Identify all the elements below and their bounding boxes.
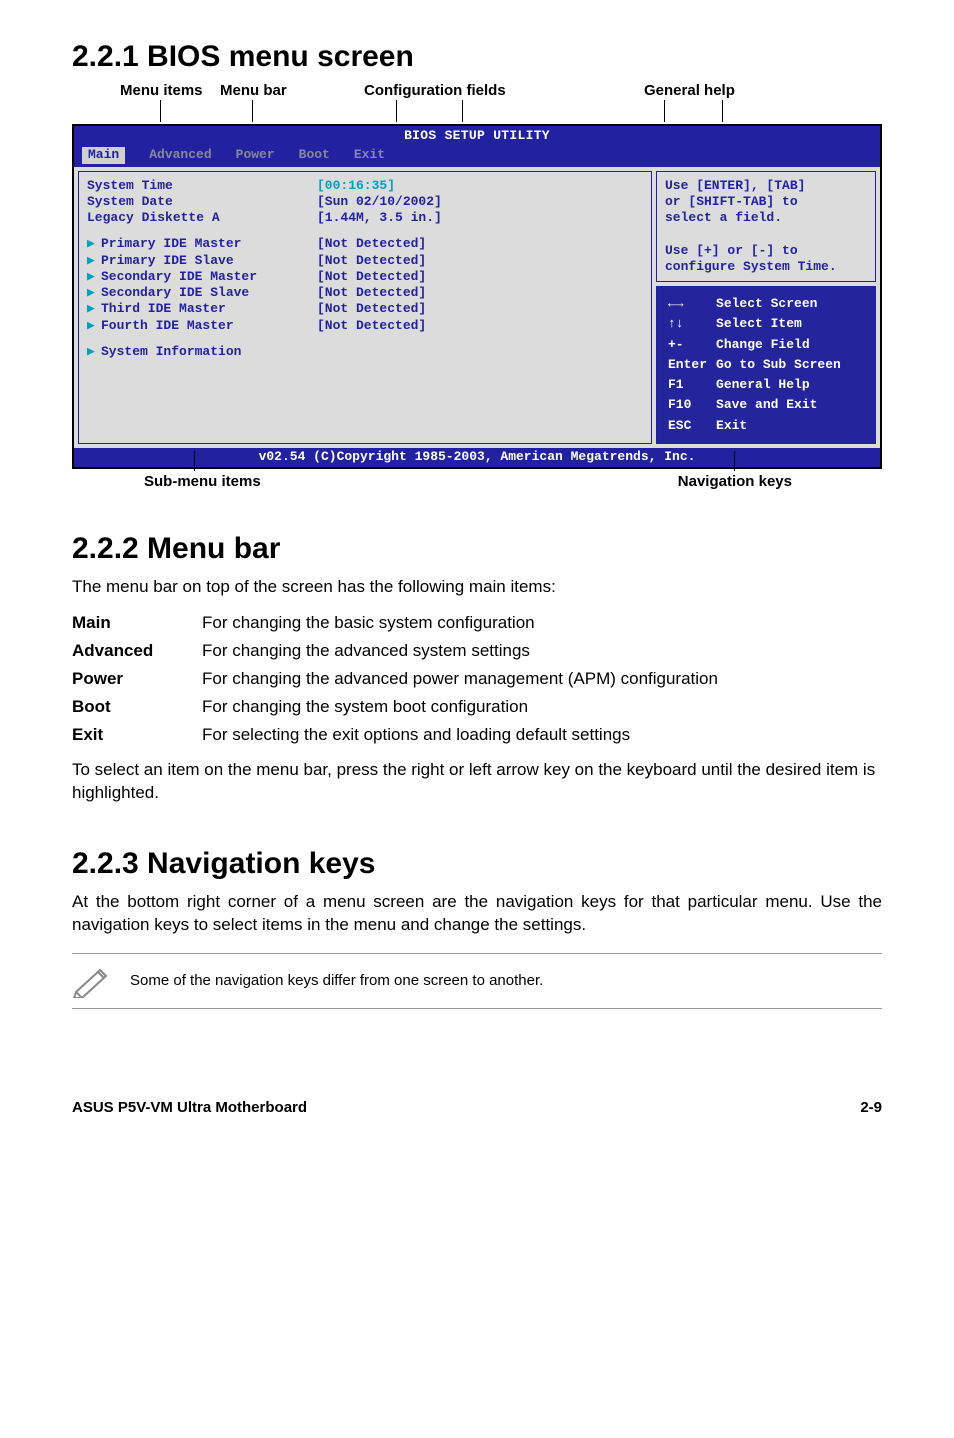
label-navigation-keys: Navigation keys — [678, 473, 792, 490]
heading-bios-menu-screen: 2.2.1 BIOS menu screen — [72, 40, 882, 74]
field-primary-ide-master[interactable]: Primary IDE Master — [101, 236, 241, 251]
field-legacy-diskette[interactable]: Legacy Diskette A — [87, 210, 317, 226]
def-val: For changing the system boot configurati… — [202, 693, 718, 721]
value-system-time[interactable]: [00:16:35] — [317, 178, 395, 194]
field-primary-ide-slave[interactable]: Primary IDE Slave — [101, 253, 234, 268]
bios-tab-main[interactable]: Main — [82, 147, 125, 163]
nav-desc: Select Item — [715, 315, 847, 333]
footer-right: 2-9 — [860, 1099, 882, 1116]
nav-desc: Change Field — [715, 336, 847, 354]
nav-key: ↑↓ — [667, 315, 713, 333]
bios-title: BIOS SETUP UTILITY — [74, 126, 880, 146]
value-third-ide-master: [Not Detected] — [317, 301, 426, 317]
value-secondary-ide-master: [Not Detected] — [317, 269, 426, 285]
nav-key: +- — [667, 336, 713, 354]
bios-tab-boot[interactable]: Boot — [299, 147, 330, 163]
bios-tab-power[interactable]: Power — [236, 147, 275, 163]
submenu-arrow-icon: ▶ — [87, 285, 101, 301]
label-config-fields: Configuration fields — [364, 82, 506, 99]
value-primary-ide-master: [Not Detected] — [317, 236, 426, 252]
note-text: Some of the navigation keys differ from … — [130, 972, 543, 989]
submenu-arrow-icon: ▶ — [87, 269, 101, 285]
navigation-keys-body: At the bottom right corner of a menu scr… — [72, 891, 882, 937]
bios-tab-advanced[interactable]: Advanced — [149, 147, 211, 163]
def-val: For changing the advanced power manageme… — [202, 665, 718, 693]
label-menu-items: Menu items — [120, 82, 203, 99]
submenu-arrow-icon: ▶ — [87, 253, 101, 269]
heading-menu-bar: 2.2.2 Menu bar — [72, 532, 882, 566]
def-val: For changing the advanced system setting… — [202, 637, 718, 665]
bios-window: BIOS SETUP UTILITY Main Advanced Power B… — [72, 124, 882, 469]
nav-key: ESC — [667, 417, 713, 435]
note-box: Some of the navigation keys differ from … — [72, 953, 882, 1009]
value-secondary-ide-slave: [Not Detected] — [317, 285, 426, 301]
def-key: Advanced — [72, 637, 202, 665]
menu-bar-intro: The menu bar on top of the screen has th… — [72, 576, 882, 599]
menu-bar-table: MainFor changing the basic system config… — [72, 609, 718, 749]
def-key: Exit — [72, 721, 202, 749]
field-system-information[interactable]: System Information — [101, 344, 241, 360]
field-secondary-ide-slave[interactable]: Secondary IDE Slave — [101, 285, 249, 300]
nav-desc: Select Screen — [715, 295, 847, 313]
nav-key: F1 — [667, 376, 713, 394]
field-system-date[interactable]: System Date — [87, 194, 317, 210]
field-fourth-ide-master[interactable]: Fourth IDE Master — [101, 318, 234, 333]
nav-key: F10 — [667, 396, 713, 414]
def-key: Power — [72, 665, 202, 693]
field-third-ide-master[interactable]: Third IDE Master — [101, 301, 226, 316]
footer-left: ASUS P5V-VM Ultra Motherboard — [72, 1099, 307, 1116]
submenu-arrow-icon: ▶ — [87, 236, 101, 252]
nav-key: ←→ — [667, 295, 713, 313]
pencil-icon — [72, 964, 112, 998]
bios-menubar: Main Advanced Power Boot Exit — [74, 146, 880, 166]
field-secondary-ide-master[interactable]: Secondary IDE Master — [101, 269, 257, 284]
top-labels: Menu items Menu bar Configuration fields… — [72, 82, 882, 122]
nav-key: Enter — [667, 356, 713, 374]
value-system-date[interactable]: [Sun 02/10/2002] — [317, 194, 442, 210]
submenu-arrow-icon: ▶ — [87, 318, 101, 334]
label-menu-bar: Menu bar — [220, 82, 287, 99]
submenu-arrow-icon: ▶ — [87, 301, 101, 317]
def-val: For selecting the exit options and loadi… — [202, 721, 718, 749]
nav-desc: Go to Sub Screen — [715, 356, 847, 374]
field-system-time[interactable]: System Time — [87, 178, 317, 194]
heading-navigation-keys: 2.2.3 Navigation keys — [72, 847, 882, 881]
value-primary-ide-slave: [Not Detected] — [317, 253, 426, 269]
bios-left-pane: System Time[00:16:35] System Date[Sun 02… — [78, 171, 652, 444]
def-key: Main — [72, 609, 202, 637]
nav-desc: Save and Exit — [715, 396, 847, 414]
bios-nav-box: ←→Select Screen ↑↓Select Item +-Change F… — [656, 286, 876, 444]
value-legacy-diskette[interactable]: [1.44M, 3.5 in.] — [317, 210, 442, 226]
label-sub-menu-items: Sub-menu items — [144, 473, 261, 490]
nav-desc: Exit — [715, 417, 847, 435]
menu-bar-outro: To select an item on the menu bar, press… — [72, 759, 882, 805]
def-val: For changing the basic system configurat… — [202, 609, 718, 637]
label-general-help: General help — [644, 82, 735, 99]
value-fourth-ide-master: [Not Detected] — [317, 318, 426, 334]
bios-help-box: Use [ENTER], [TAB] or [SHIFT-TAB] to sel… — [656, 171, 876, 283]
bios-tab-exit[interactable]: Exit — [354, 147, 385, 163]
submenu-arrow-icon: ▶ — [87, 344, 101, 360]
nav-desc: General Help — [715, 376, 847, 394]
def-key: Boot — [72, 693, 202, 721]
